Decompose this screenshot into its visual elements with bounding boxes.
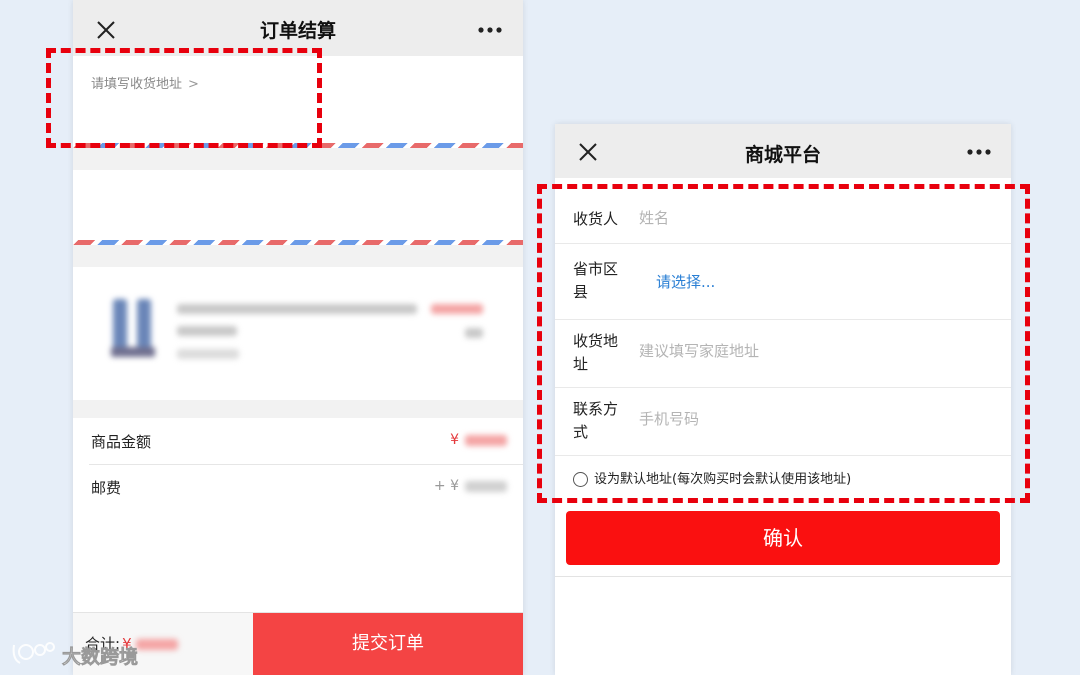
shipping-value: + ¥	[434, 478, 507, 494]
submit-order-button[interactable]: 提交订单	[253, 613, 523, 675]
goods-amount-blurred	[465, 434, 507, 446]
order-summary: 商品金额 ¥ 邮费 + ¥	[73, 418, 523, 612]
more-icon[interactable]	[477, 26, 503, 34]
address-highlight-box	[46, 48, 322, 148]
watermark: 大数跨境	[12, 642, 138, 668]
goods-amount-label: 商品金额	[91, 433, 152, 451]
goods-amount-row: 商品金额 ¥	[73, 418, 523, 464]
confirm-button[interactable]: 确认	[566, 511, 1000, 565]
airmail-border	[73, 240, 523, 245]
shipping-amount-blurred	[465, 480, 507, 492]
page-title: 商城平台	[744, 144, 821, 166]
title-bar: 商城平台	[555, 124, 1011, 178]
product-qty-blurred	[465, 328, 483, 338]
more-icon[interactable]	[966, 148, 992, 156]
shipping-label: 邮费	[91, 479, 122, 497]
shipping-row: 邮费 + ¥	[73, 464, 523, 510]
divider	[555, 576, 1011, 577]
product-title-blurred	[177, 304, 417, 314]
product-image	[105, 293, 165, 359]
product-item[interactable]	[73, 267, 523, 400]
goods-amount-value: ¥	[450, 432, 507, 448]
page-title: 订单结算	[259, 20, 336, 42]
watermark-logo-icon	[12, 642, 55, 664]
shipping-prefix: + ¥	[433, 478, 459, 494]
currency-symbol: ¥	[450, 432, 459, 448]
blank-section	[73, 170, 523, 240]
watermark-text: 大数跨境	[62, 645, 138, 668]
product-meta-blurred	[177, 349, 239, 359]
product-spec-blurred	[177, 326, 237, 336]
form-highlight-box	[537, 184, 1030, 503]
product-price-blurred	[431, 304, 483, 314]
